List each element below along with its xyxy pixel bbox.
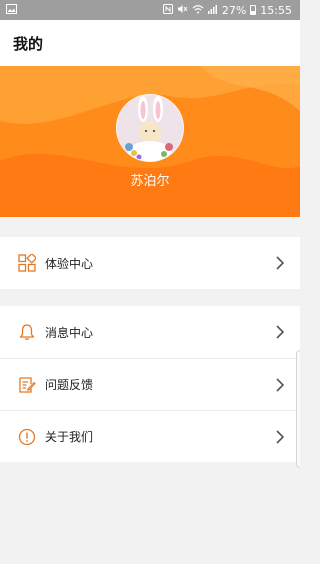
avatar[interactable]: [116, 94, 184, 162]
menu-item-label: 消息中心: [45, 325, 94, 340]
page-title: 我的: [13, 34, 44, 53]
edge-panel-handle[interactable]: [296, 350, 300, 468]
menu-item-label: 体验中心: [45, 256, 94, 271]
mute-icon: [177, 4, 188, 17]
status-bar: 27% 15:55: [0, 0, 300, 20]
menu-group-2: 消息中心 问题反馈 关于我们: [0, 306, 300, 462]
menu-item-message-center[interactable]: 消息中心: [0, 306, 300, 358]
battery-icon: [250, 5, 257, 15]
info-icon: [18, 428, 36, 446]
status-time: 15:55: [260, 3, 292, 17]
chevron-right-icon: [275, 255, 285, 271]
menu-item-feedback[interactable]: 问题反馈: [0, 358, 300, 410]
username: 苏泊尔: [130, 174, 170, 189]
nfc-icon: [162, 3, 173, 17]
menu-item-label: 问题反馈: [45, 378, 94, 392]
menu-item-experience-center[interactable]: 体验中心: [0, 237, 300, 289]
chevron-right-icon: [275, 324, 285, 340]
apps-grid-icon: [18, 252, 38, 272]
battery-percent: 27%: [221, 3, 247, 17]
menu-group-1: 体验中心: [0, 237, 300, 289]
wifi-icon: [192, 4, 204, 17]
gallery-icon: [6, 3, 17, 17]
chevron-right-icon: [275, 377, 285, 393]
chevron-right-icon: [275, 429, 285, 445]
menu-item-label: 关于我们: [45, 430, 94, 444]
profile-header: 苏泊尔: [0, 66, 300, 217]
feedback-icon: [18, 376, 36, 394]
signal-icon: [207, 4, 218, 17]
menu-item-about-us[interactable]: 关于我们: [0, 410, 300, 462]
bell-icon: [18, 323, 36, 341]
app-bar: 我的: [0, 20, 300, 66]
